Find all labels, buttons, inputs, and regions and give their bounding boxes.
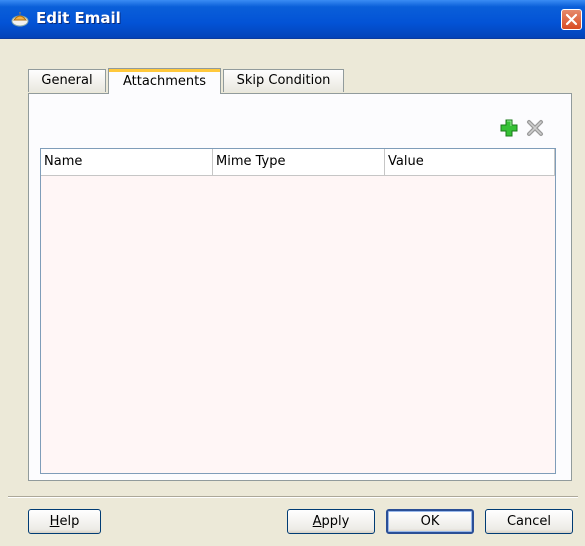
column-header-name[interactable]: Name (41, 149, 213, 175)
ok-button[interactable]: OK (386, 509, 474, 534)
button-divider (8, 496, 578, 498)
cancel-button[interactable]: Cancel (485, 509, 573, 534)
title-bar: Edit Email (0, 0, 585, 39)
add-button[interactable] (499, 118, 519, 138)
tab-general[interactable]: General (28, 69, 106, 92)
close-button[interactable] (561, 9, 582, 30)
apply-mnemonic: A (312, 514, 322, 529)
remove-icon (527, 120, 543, 136)
app-icon (10, 10, 30, 28)
column-header-value[interactable]: Value (385, 149, 555, 175)
help-label-rest: elp (59, 514, 80, 529)
apply-label-rest: pply (321, 514, 350, 529)
tab-skip-condition[interactable]: Skip Condition (223, 69, 344, 92)
attachments-table[interactable]: Name Mime Type Value (40, 148, 556, 474)
tab-attachments[interactable]: Attachments (108, 68, 221, 94)
column-header-mime-type[interactable]: Mime Type (213, 149, 385, 175)
window-title: Edit Email (36, 9, 121, 27)
help-button[interactable]: Help (28, 509, 101, 534)
remove-button[interactable] (525, 118, 545, 138)
apply-button[interactable]: Apply (287, 509, 375, 534)
close-icon (565, 13, 578, 26)
help-mnemonic: H (49, 514, 60, 529)
table-header: Name Mime Type Value (41, 149, 555, 176)
add-icon (500, 119, 518, 137)
